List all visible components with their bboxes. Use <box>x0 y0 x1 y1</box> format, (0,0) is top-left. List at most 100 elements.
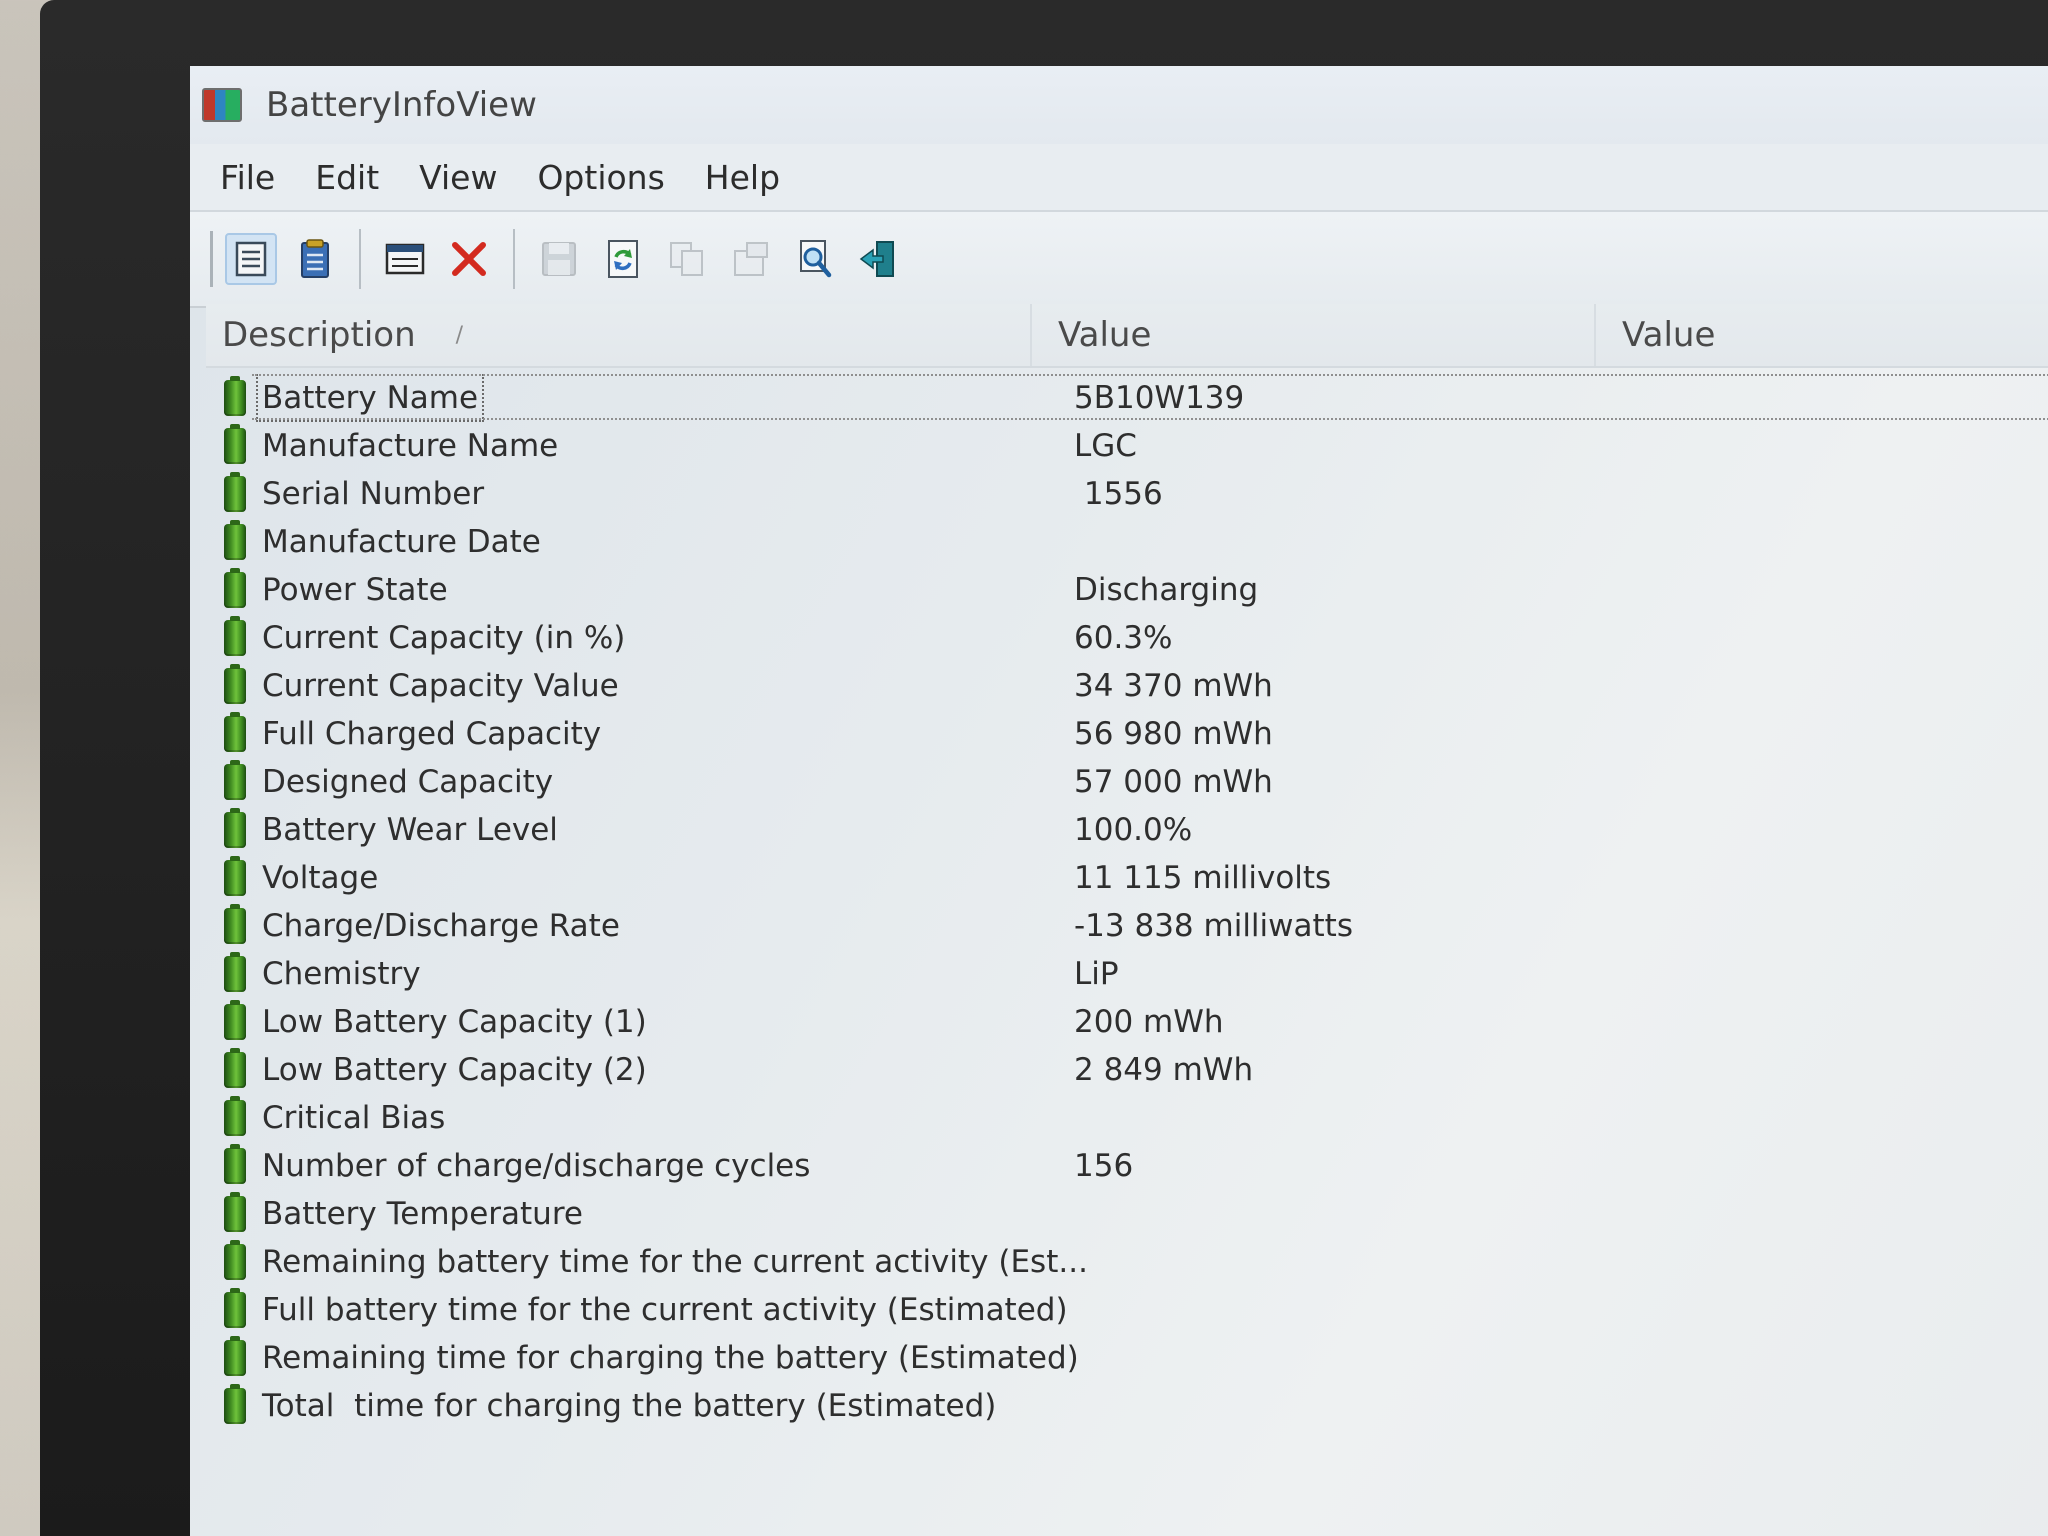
find-icon <box>800 240 832 278</box>
copy-icon <box>670 242 703 276</box>
list-row-serial-number[interactable]: Serial Number 1556 <box>206 470 2048 518</box>
row-description: Power State <box>262 572 448 608</box>
properties-icon <box>734 242 768 276</box>
battery-app-icon <box>202 88 242 122</box>
exit-button[interactable] <box>853 233 905 285</box>
list-row-remaining-battery-time[interactable]: Remaining battery time for the current a… <box>206 1238 2048 1286</box>
copy-button[interactable] <box>661 233 713 285</box>
row-description: Remaining time for charging the battery … <box>262 1340 1079 1376</box>
list-row-voltage[interactable]: Voltage 11 115 millivolts <box>206 854 2048 902</box>
battery-info-list[interactable]: Description / Value Value Battery Name 5… <box>206 304 2048 1536</box>
properties-button[interactable] <box>725 233 777 285</box>
refresh-icon <box>608 240 638 278</box>
row-description: Full Charged Capacity <box>262 716 602 752</box>
battery-icon <box>224 1096 246 1136</box>
log-window-icon <box>385 243 425 275</box>
menu-options[interactable]: Options <box>537 154 664 201</box>
list-row-designed-capacity[interactable]: Designed Capacity 57 000 mWh <box>206 758 2048 806</box>
row-value: 56 980 mWh <box>1074 716 1273 752</box>
menu-edit[interactable]: Edit <box>315 154 379 201</box>
list-row-low-battery-capacity-1[interactable]: Low Battery Capacity (1) 200 mWh <box>206 998 2048 1046</box>
battery-icon <box>224 664 246 704</box>
battery-icon <box>224 1384 246 1424</box>
list-row-remaining-charging-time[interactable]: Remaining time for charging the battery … <box>206 1334 2048 1382</box>
toolbar-separator <box>513 229 515 289</box>
battery-icon <box>224 520 246 560</box>
row-description: Battery Name <box>255 374 485 422</box>
row-value: 5B10W139 <box>1074 380 1245 416</box>
battery-icon <box>224 1288 246 1328</box>
row-description: Low Battery Capacity (2) <box>262 1052 647 1088</box>
list-row-full-battery-time[interactable]: Full battery time for the current activi… <box>206 1286 2048 1334</box>
battery-icon <box>224 1048 246 1088</box>
save-icon <box>542 242 576 276</box>
battery-icon <box>224 1336 246 1376</box>
list-row-total-charging-time[interactable]: Total time for charging the battery (Est… <box>206 1382 2048 1430</box>
row-value: 11 115 millivolts <box>1074 860 1332 896</box>
battery-icon <box>224 1144 246 1184</box>
clipboard-icon <box>301 239 329 278</box>
list-row-current-capacity-value[interactable]: Current Capacity Value 34 370 mWh <box>206 662 2048 710</box>
row-description: Manufacture Date <box>262 524 541 560</box>
battery-icon <box>224 472 246 512</box>
row-description: Current Capacity Value <box>262 668 619 704</box>
battery-icon <box>224 952 246 992</box>
find-button[interactable] <box>789 233 841 285</box>
column-header-value-label: Value <box>1058 315 1152 355</box>
log-window-button[interactable] <box>379 233 431 285</box>
list-header: Description / Value Value <box>206 304 2048 368</box>
column-header-description-label: Description <box>222 315 416 355</box>
list-row-low-battery-capacity-2[interactable]: Low Battery Capacity (2) 2 849 mWh <box>206 1046 2048 1094</box>
battery-icon <box>224 616 246 656</box>
row-description: Critical Bias <box>262 1100 446 1136</box>
refresh-button[interactable] <box>597 233 649 285</box>
list-row-critical-bias[interactable]: Critical Bias <box>206 1094 2048 1142</box>
toolbar-grip[interactable] <box>210 231 219 287</box>
menu-file[interactable]: File <box>220 154 275 201</box>
row-value: 57 000 mWh <box>1074 764 1273 800</box>
column-header-value-2[interactable]: Value <box>1596 304 2048 366</box>
list-row-manufacture-date[interactable]: Manufacture Date <box>206 518 2048 566</box>
list-row-battery-wear-level[interactable]: Battery Wear Level 100.0% <box>206 806 2048 854</box>
list-row-charge-cycles[interactable]: Number of charge/discharge cycles 156 <box>206 1142 2048 1190</box>
battery-icon <box>224 712 246 752</box>
window-title: BatteryInfoView <box>266 85 537 125</box>
row-value: 34 370 mWh <box>1074 668 1273 704</box>
list-row-charge-discharge-rate[interactable]: Charge/Discharge Rate -13 838 milliwatts <box>206 902 2048 950</box>
exit-icon <box>859 241 894 277</box>
list-row-manufacture-name[interactable]: Manufacture Name LGC <box>206 422 2048 470</box>
row-description: Chemistry <box>262 956 421 992</box>
list-row-full-charged-capacity[interactable]: Full Charged Capacity 56 980 mWh <box>206 710 2048 758</box>
properties-view-icon <box>235 241 267 277</box>
sort-indicator-icon: / <box>455 322 464 348</box>
clipboard-button[interactable] <box>289 233 341 285</box>
row-description: Designed Capacity <box>262 764 554 800</box>
monitor-bezel: BatteryInfoView File Edit View Options H… <box>40 0 2048 1536</box>
row-value: 2 849 mWh <box>1074 1052 1254 1088</box>
save-button[interactable] <box>533 233 585 285</box>
column-header-value[interactable]: Value <box>1032 304 1596 366</box>
list-row-current-capacity-percent[interactable]: Current Capacity (in %) 60.3% <box>206 614 2048 662</box>
battery-icon <box>224 1192 246 1232</box>
row-description: Current Capacity (in %) <box>262 620 626 656</box>
list-row-chemistry[interactable]: Chemistry LiP <box>206 950 2048 998</box>
list-row-battery-temperature[interactable]: Battery Temperature <box>206 1190 2048 1238</box>
list-row-battery-name[interactable]: Battery Name 5B10W139 <box>206 374 2048 422</box>
row-description: Serial Number <box>262 476 485 512</box>
row-description: Battery Temperature <box>262 1196 583 1232</box>
delete-button[interactable] <box>443 233 495 285</box>
row-value: 100.0% <box>1074 812 1193 848</box>
title-bar: BatteryInfoView <box>190 66 2048 144</box>
menu-view[interactable]: View <box>419 154 497 201</box>
menu-help[interactable]: Help <box>705 154 780 201</box>
column-header-description[interactable]: Description / <box>206 304 1032 366</box>
properties-view-button[interactable] <box>225 233 277 285</box>
row-description: Remaining battery time for the current a… <box>262 1244 1088 1280</box>
row-value: 156 <box>1074 1148 1134 1184</box>
battery-icon <box>224 856 246 896</box>
column-header-value-2-label: Value <box>1622 315 1716 355</box>
list-row-power-state[interactable]: Power State Discharging <box>206 566 2048 614</box>
row-value: LGC <box>1074 428 1137 464</box>
row-value: Discharging <box>1074 572 1259 608</box>
toolbar-separator <box>359 229 361 289</box>
